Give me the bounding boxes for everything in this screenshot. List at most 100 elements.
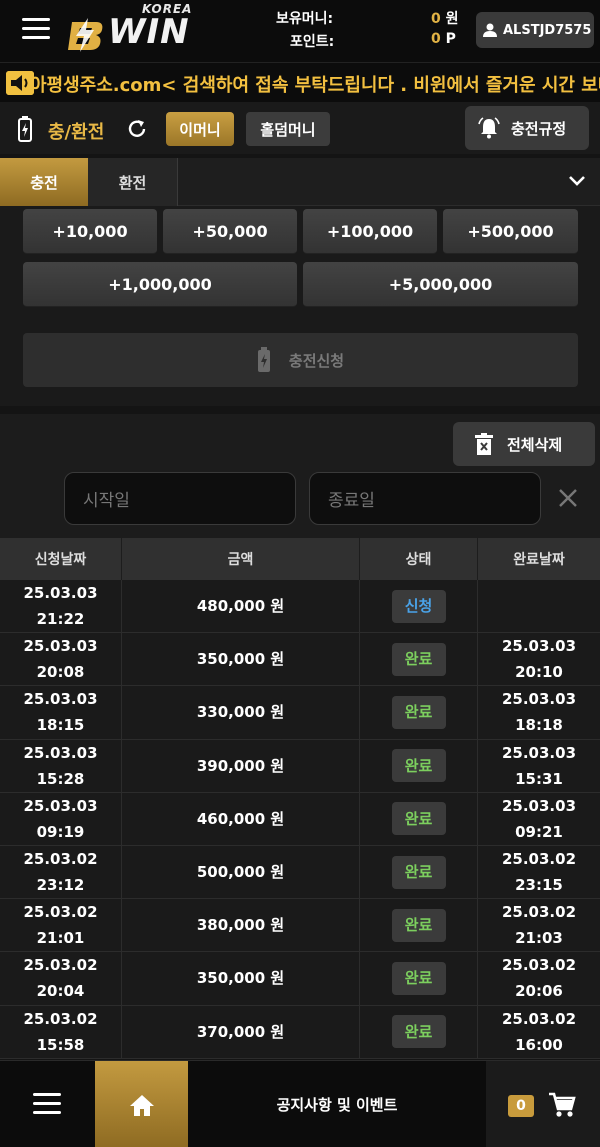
- amount-button-5000000[interactable]: +5,000,000: [303, 262, 578, 307]
- tab-exchange[interactable]: 환전: [88, 158, 178, 206]
- amount-cell: 480,000 원: [122, 580, 360, 633]
- complete-date: 25.03.03: [501, 637, 577, 656]
- refresh-icon[interactable]: [126, 118, 148, 140]
- table-row: 25.03.03 18:15 330,000 원 완료 25.03.03 18:18: [0, 686, 600, 740]
- top-header: KOREA WIN 보유머니: 0 원 포인트: 0 P ALSTJD7575: [0, 0, 600, 62]
- charge-apply-button[interactable]: 충전신청: [23, 333, 578, 387]
- amount-button-1000000[interactable]: +1,000,000: [23, 262, 297, 307]
- amount-cell: 380,000 원: [122, 899, 360, 952]
- home-icon: [129, 1094, 154, 1116]
- status-cell: 완료: [360, 1005, 478, 1058]
- complete-date: 25.03.03: [501, 690, 577, 709]
- status-badge[interactable]: 완료: [391, 695, 446, 729]
- request-time: 23:12: [36, 876, 85, 895]
- page-title: 충/환전: [48, 122, 105, 143]
- status-badge[interactable]: 완료: [391, 642, 446, 676]
- complete-time: 15:31: [515, 769, 563, 788]
- table-row: 25.03.02 21:01 380,000 원 완료 25.03.02 21:03: [0, 899, 600, 953]
- status-badge[interactable]: 완료: [391, 802, 446, 836]
- delete-all-label: 전체삭제: [507, 435, 563, 454]
- status-cell: 완료: [360, 845, 478, 899]
- amount-cell: 350,000 원: [122, 952, 360, 1005]
- logo-win-text: WIN: [108, 12, 190, 52]
- point-label: 포인트:: [290, 34, 335, 50]
- status-badge[interactable]: 완료: [391, 1015, 446, 1049]
- status-badge[interactable]: 신청: [391, 589, 446, 623]
- tab-charge[interactable]: 충전: [0, 158, 88, 206]
- request-datetime: 25.03.03 15:28: [0, 739, 122, 792]
- status-cell: 완료: [360, 739, 478, 792]
- delete-all-button[interactable]: 전체삭제: [453, 422, 595, 466]
- request-time: 21:22: [36, 610, 85, 629]
- home-button[interactable]: [95, 1061, 188, 1147]
- request-date: 25.03.03: [23, 690, 98, 709]
- amount-cell: 330,000 원: [122, 686, 360, 739]
- request-datetime: 25.03.02 21:01: [0, 899, 122, 952]
- amount-button-100000[interactable]: +100,000: [303, 209, 437, 254]
- status-cell: 완료: [360, 686, 478, 739]
- point-value: 0 P: [431, 31, 456, 47]
- status-badge[interactable]: 완료: [391, 749, 446, 783]
- status-badge[interactable]: 완료: [391, 855, 446, 889]
- complete-date: 25.03.02: [501, 850, 577, 869]
- status-badge[interactable]: 완료: [391, 908, 446, 942]
- amount-cell: 460,000 원: [122, 792, 360, 845]
- cart-button[interactable]: 0: [486, 1061, 600, 1147]
- table-row: 25.03.03 21:22 480,000 원 신청: [0, 580, 600, 634]
- start-date-input[interactable]: 시작일: [64, 472, 296, 525]
- complete-datetime: 25.03.02 20:06: [478, 952, 600, 1004]
- request-date: 25.03.03: [23, 796, 98, 815]
- charge-rules-button[interactable]: 충전규정: [465, 106, 589, 150]
- marquee-text: 아평생주소.com< 검색하여 접속 부탁드립니다 . 비윈에서 즐거운 시간 …: [30, 75, 600, 96]
- complete-time: 20:10: [515, 663, 563, 682]
- complete-date: 25.03.02: [501, 956, 577, 975]
- notice-event-link[interactable]: 공지사항 및 이벤트: [188, 1061, 486, 1147]
- table-row: 25.03.02 15:58 370,000 원 완료 25.03.02 16:00: [0, 1005, 600, 1059]
- request-date: 25.03.02: [23, 1009, 98, 1028]
- charge-panel: +10,000 +50,000 +100,000 +500,000 +1,000…: [0, 206, 600, 406]
- request-time: 20:04: [36, 982, 85, 1001]
- status-cell: 완료: [360, 952, 478, 1005]
- request-time: 09:19: [36, 822, 85, 841]
- complete-datetime: 25.03.03 18:18: [478, 686, 600, 738]
- table-body: 25.03.03 21:22 480,000 원 신청 25.03.03 20:08 350…: [0, 580, 600, 1059]
- request-date: 25.03.02: [23, 903, 98, 922]
- amount-cell: 500,000 원: [122, 845, 360, 899]
- menu-icon[interactable]: [22, 18, 50, 40]
- status-badge[interactable]: 완료: [391, 961, 446, 995]
- complete-date: 25.03.03: [501, 743, 577, 762]
- cart-count-badge: 0: [508, 1095, 534, 1117]
- request-date: 25.03.03: [23, 637, 98, 656]
- complete-date: 25.03.02: [501, 903, 577, 922]
- end-date-input[interactable]: 종료일: [309, 472, 541, 525]
- request-date: 25.03.02: [23, 956, 98, 975]
- table-header: 신청날짜 금액 상태 완료날짜: [0, 538, 600, 580]
- bottom-menu-icon[interactable]: [33, 1093, 61, 1115]
- request-time: 21:01: [36, 929, 85, 948]
- complete-time: 09:21: [515, 822, 563, 841]
- battery-icon: [257, 347, 270, 372]
- charge-apply-label: 충전신청: [288, 351, 345, 370]
- close-icon[interactable]: [558, 488, 578, 508]
- complete-time: 16:00: [515, 1035, 563, 1054]
- header-status: 상태: [360, 538, 478, 580]
- site-logo[interactable]: KOREA WIN: [66, 2, 206, 58]
- user-account-button[interactable]: ALSTJD7575: [476, 12, 594, 48]
- bolt-icon: [18, 116, 32, 142]
- tab-e-money[interactable]: 이머니: [166, 112, 234, 146]
- complete-time: 20:06: [515, 982, 563, 1001]
- user-icon: [483, 23, 497, 37]
- amount-button-10000[interactable]: +10,000: [23, 209, 157, 254]
- cart-icon: [549, 1092, 576, 1117]
- tab-holdem-money[interactable]: 홀덤머니: [246, 112, 330, 146]
- complete-datetime: 25.03.02 23:15: [478, 846, 600, 898]
- chevron-down-icon[interactable]: [568, 174, 586, 188]
- request-time: 18:15: [36, 716, 85, 735]
- table-row: 25.03.03 09:19 460,000 원 완료 25.03.03 09:21: [0, 792, 600, 846]
- amount-button-50000[interactable]: +50,000: [163, 209, 297, 254]
- amount-cell: 350,000 원: [122, 633, 360, 686]
- title-bar: 충/환전 이머니 홀덤머니 충전규정: [0, 102, 600, 154]
- table-row: 25.03.02 20:04 350,000 원 완료 25.03.02 20:06: [0, 952, 600, 1006]
- bell-icon: [478, 117, 500, 139]
- amount-button-500000[interactable]: +500,000: [443, 209, 578, 254]
